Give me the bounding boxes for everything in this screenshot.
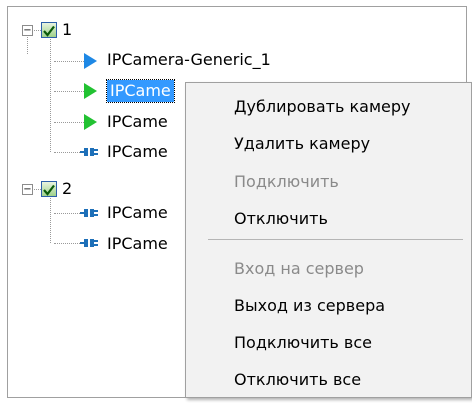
menu-item-connect[interactable]: Подключить	[234, 171, 339, 193]
tree-line	[50, 32, 51, 152]
camera-label: IPCame	[107, 112, 168, 131]
tree-camera-5[interactable]: IPCame	[107, 202, 168, 224]
tree-line	[34, 30, 41, 31]
menu-item-disconnect-all[interactable]: Отключить все	[234, 369, 361, 391]
tree-line	[54, 91, 84, 92]
checkmark-icon	[43, 184, 55, 196]
plug-icon	[80, 209, 98, 217]
menu-separator	[208, 239, 463, 240]
camera-label: IPCame	[107, 234, 168, 253]
collapse-group-1-toggle[interactable]: −	[22, 25, 33, 36]
menu-item-delete-camera[interactable]: Удалить камеру	[234, 133, 370, 155]
group-2-label: 2	[62, 179, 73, 198]
tree-camera-1[interactable]: IPCamera-Generic_1	[107, 49, 271, 71]
menu-item-server-logout[interactable]: Выход из сервера	[234, 295, 385, 317]
camera-label: IPCamera-Generic_1	[107, 50, 271, 69]
group-1-checkbox[interactable]	[41, 22, 57, 38]
menu-item-disconnect[interactable]: Отключить	[234, 208, 328, 230]
plug-icon	[80, 239, 98, 247]
tree-line	[54, 122, 84, 123]
menu-item-connect-all[interactable]: Подключить все	[234, 332, 372, 354]
tree-line	[54, 152, 80, 153]
tree-line	[54, 243, 80, 244]
tree-group-2[interactable]: 2	[62, 178, 72, 200]
tree-camera-4[interactable]: IPCame	[107, 141, 168, 163]
camera-label: IPCame	[107, 142, 168, 161]
checkmark-icon	[43, 25, 55, 37]
camera-label: IPCame	[107, 203, 168, 222]
collapse-group-2-toggle[interactable]: −	[22, 184, 33, 195]
menu-item-server-login[interactable]: Вход на сервер	[234, 258, 364, 280]
camera-play-icon	[84, 114, 97, 130]
tree-camera-3[interactable]: IPCame	[107, 111, 168, 133]
tree-line	[54, 61, 84, 62]
tree-camera-2[interactable]: IPCame	[106, 79, 175, 103]
group-2-checkbox[interactable]	[41, 181, 57, 197]
tree-group-1[interactable]: 1	[62, 19, 72, 41]
camera-play-icon	[84, 83, 97, 99]
tree-line	[54, 213, 80, 214]
group-1-label: 1	[62, 20, 73, 39]
camera-context-menu: Дублировать камеру Удалить камеру Подклю…	[185, 82, 472, 398]
camera-label-selected: IPCame	[106, 79, 175, 103]
tree-line	[50, 194, 51, 243]
camera-play-outline-icon	[84, 53, 97, 69]
menu-item-duplicate-camera[interactable]: Дублировать камеру	[234, 96, 410, 118]
tree-line	[34, 189, 41, 190]
tree-camera-6[interactable]: IPCame	[107, 233, 168, 255]
plug-icon	[80, 148, 98, 156]
